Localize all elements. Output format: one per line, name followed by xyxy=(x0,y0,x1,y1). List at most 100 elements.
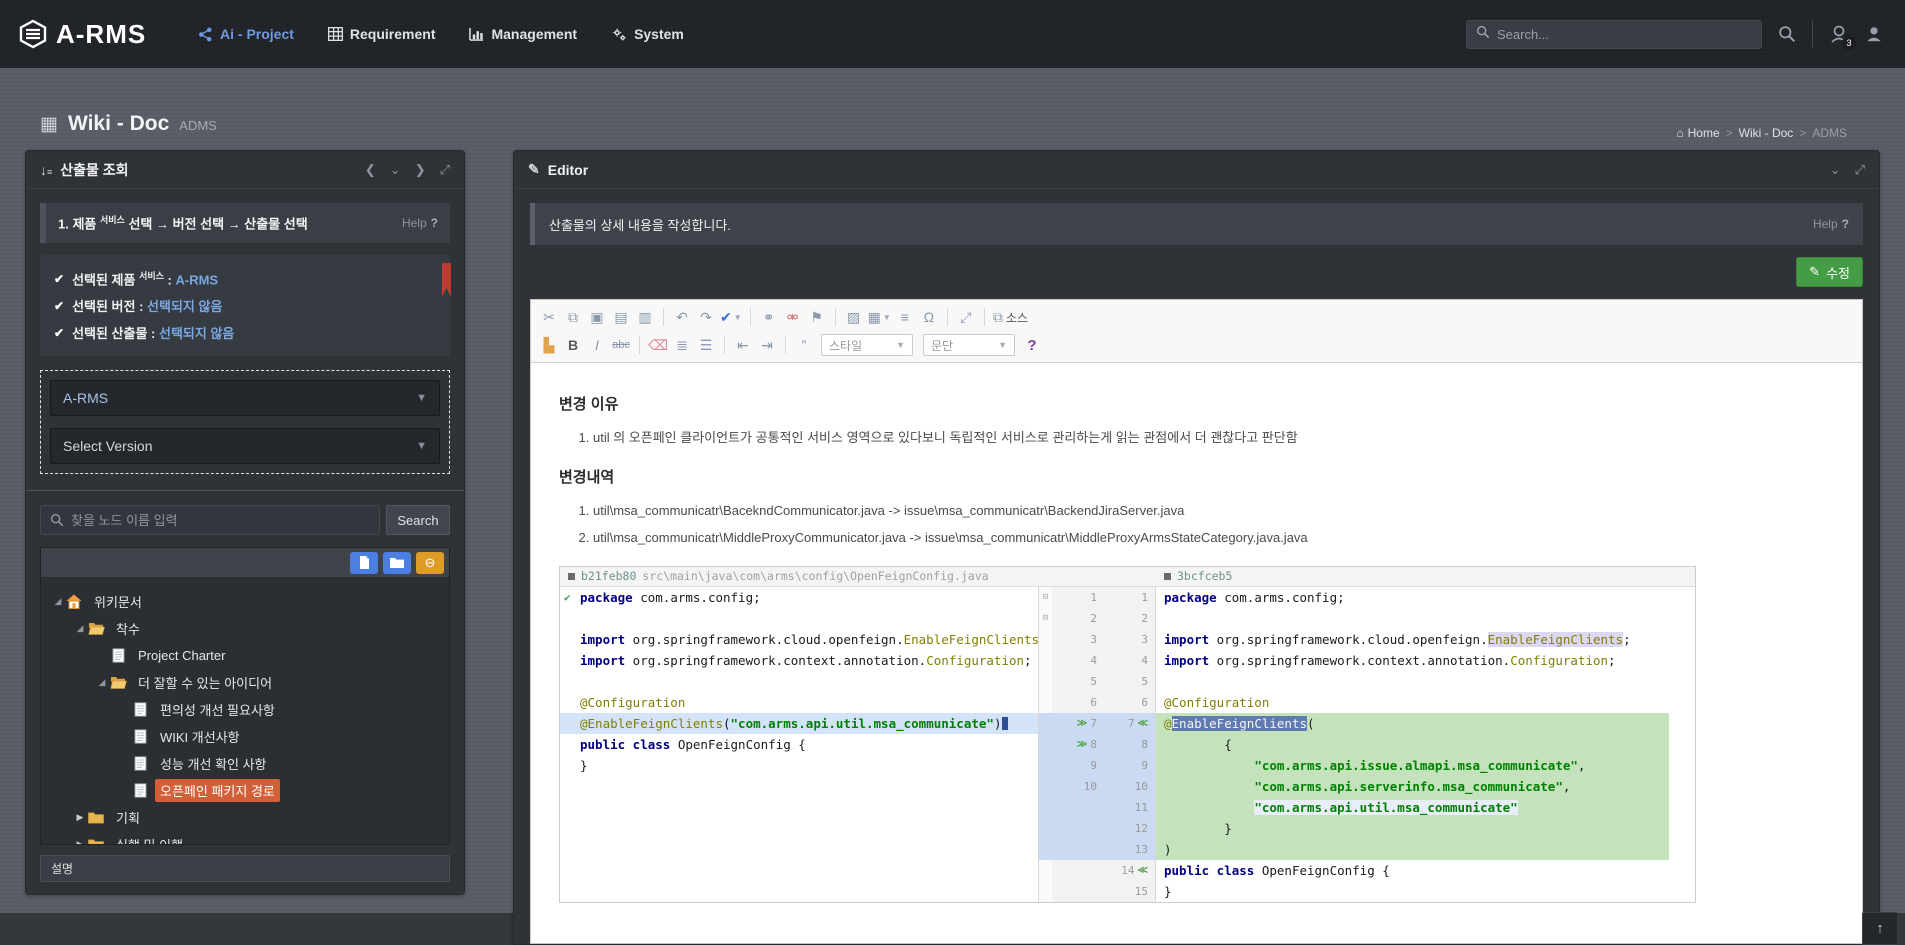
help-link[interactable]: Help? xyxy=(402,216,438,230)
right-line-number: 2 xyxy=(1104,608,1156,629)
spellcheck-icon[interactable]: ✔▼ xyxy=(718,306,744,328)
fold-gutter xyxy=(1038,713,1052,734)
tree-node-item[interactable]: ◢위키문서 xyxy=(47,588,443,615)
breadcrumb-item[interactable]: Wiki - Doc xyxy=(1739,126,1794,140)
outdent-icon[interactable]: ⇤ xyxy=(731,334,755,356)
page-title-suffix: ADMS xyxy=(179,118,217,133)
nav-item-requirement[interactable]: Requirement xyxy=(328,26,436,42)
expand-icon[interactable]: ⤢ xyxy=(440,162,450,178)
collapse-arrow-icon[interactable]: ◢ xyxy=(95,677,109,688)
version-dropdown[interactable]: Select Version ▼ xyxy=(50,428,440,464)
diff-header: b21feb80 src\main\java\com\arms\config\O… xyxy=(560,567,1695,587)
node-search-button[interactable]: Search xyxy=(386,505,450,535)
image-icon[interactable]: ▨ xyxy=(842,306,866,328)
revert-change-icon[interactable]: ≪ xyxy=(1138,860,1148,881)
strikethrough-icon[interactable]: abc xyxy=(609,334,633,356)
collapse-arrow-icon[interactable]: ◢ xyxy=(51,596,65,607)
toolbar-separator xyxy=(639,336,640,354)
tree-node-item[interactable]: Project Charter xyxy=(47,642,443,669)
expand-arrow-icon[interactable]: ▶ xyxy=(73,812,87,823)
blockquote-icon[interactable]: ” xyxy=(792,334,816,356)
tree-node-item[interactable]: 편의성 개선 필요사항 xyxy=(47,696,443,723)
redo-icon[interactable]: ↷ xyxy=(694,306,718,328)
paste-icon[interactable]: ▣ xyxy=(585,306,609,328)
tree-node-selected[interactable]: 오픈페인 패키지 경로 xyxy=(47,777,443,804)
chevron-down-icon[interactable]: ⌄ xyxy=(1830,162,1841,178)
app-logo[interactable]: A-RMS xyxy=(18,19,168,50)
paste-text-icon[interactable]: ▤ xyxy=(609,306,633,328)
tree-node-label: 성능 개선 확인 사항 xyxy=(155,752,272,775)
styles-dropdown[interactable]: 스타일▼ xyxy=(821,334,913,356)
help-link[interactable]: Help? xyxy=(1813,217,1849,231)
description-bar[interactable]: 설명 xyxy=(40,855,450,882)
blocks-icon[interactable]: ▙ xyxy=(537,334,561,356)
breadcrumb-item[interactable]: ⌂ Home xyxy=(1676,126,1719,140)
horizontal-line-icon[interactable]: ≡ xyxy=(893,306,917,328)
tree-node-item[interactable]: 성능 개선 확인 사항 xyxy=(47,750,443,777)
tree-node-label: 착수 xyxy=(111,617,145,640)
table-icon[interactable]: ▦▼ xyxy=(866,306,893,328)
left-line-number xyxy=(1052,797,1104,818)
node-search-input[interactable] xyxy=(71,513,370,528)
copy-icon[interactable]: ⧉ xyxy=(561,306,585,328)
revert-change-icon[interactable]: ≪ xyxy=(1138,713,1148,734)
expand-arrow-icon[interactable]: ▶ xyxy=(73,839,87,844)
paste-word-icon[interactable]: ▥ xyxy=(633,306,657,328)
tree-node-item[interactable]: ◢ 착수 xyxy=(47,615,443,642)
add-document-button[interactable] xyxy=(350,552,378,574)
chevron-down-icon: ▼ xyxy=(416,392,427,404)
anchor-icon[interactable]: ⚑ xyxy=(805,306,829,328)
cut-icon[interactable]: ✂ xyxy=(537,306,561,328)
source-icon[interactable]: ⧉소스 xyxy=(991,306,1030,328)
notifications-icon[interactable]: 3 xyxy=(1829,24,1849,44)
diff-right-code: package com.arms.config; xyxy=(1156,587,1695,608)
scroll-to-top-button[interactable]: ↑ xyxy=(1862,912,1898,945)
bulleted-list-icon[interactable]: ☰ xyxy=(694,334,718,356)
left-line-number: 10 xyxy=(1052,776,1104,797)
diff-left-code xyxy=(560,608,1038,629)
document-icon xyxy=(134,729,147,744)
panel-title-artifact-browser: ↓≡ 산출물 조회 xyxy=(40,160,129,180)
tree-node-item[interactable]: WIKI 개선사항 xyxy=(47,723,443,750)
bold-icon[interactable]: B xyxy=(561,334,585,356)
diff-row: import org.springframework.context.annot… xyxy=(560,650,1695,671)
nav-item-ai-project[interactable]: Ai - Project xyxy=(198,26,294,42)
expand-icon[interactable]: ⤢ xyxy=(1855,162,1865,178)
nav-item-system[interactable]: System xyxy=(611,26,684,42)
numbered-list-icon[interactable]: ≣ xyxy=(670,334,694,356)
paragraph-format-dropdown[interactable]: 문단▼ xyxy=(923,334,1015,356)
link-icon[interactable]: ⚭ xyxy=(757,306,781,328)
unlink-icon[interactable]: ⚮ xyxy=(781,306,805,328)
undo-icon[interactable]: ↶ xyxy=(670,306,694,328)
maximize-icon[interactable]: ⤢ xyxy=(954,306,978,328)
search-submit-icon[interactable] xyxy=(1778,25,1796,43)
remove-button[interactable]: ⊖ xyxy=(416,552,444,574)
right-line-number: 6 xyxy=(1104,692,1156,713)
editor-content[interactable]: 변경 이유 util 의 오픈페인 클라이언트가 공통적인 서비스 영역으로 있… xyxy=(531,363,1862,943)
apply-change-icon[interactable]: ≫ xyxy=(1077,734,1087,755)
global-search-input[interactable] xyxy=(1497,27,1752,42)
product-dropdown[interactable]: A-RMS ▼ xyxy=(50,380,440,416)
breadcrumb-item: ADMS xyxy=(1812,126,1847,140)
nav-item-management[interactable]: Management xyxy=(469,26,577,42)
italic-icon[interactable]: I xyxy=(585,334,609,356)
grid-icon: ▦ xyxy=(40,113,58,136)
open-folder-button[interactable] xyxy=(383,552,411,574)
edit-button[interactable]: ✎ 수정 xyxy=(1796,257,1863,287)
chevron-down-icon[interactable]: ⌄ xyxy=(390,162,401,178)
special-char-icon[interactable]: Ω xyxy=(917,306,941,328)
collapse-right-icon[interactable]: ❯ xyxy=(415,162,426,178)
commit-square-icon xyxy=(568,573,575,580)
user-icon[interactable] xyxy=(1865,25,1883,43)
collapse-arrow-icon[interactable]: ◢ xyxy=(73,623,87,634)
about-help-icon[interactable]: ? xyxy=(1020,334,1044,356)
remove-format-icon[interactable]: ⌫ xyxy=(646,334,670,356)
home-icon xyxy=(66,594,82,609)
tree-node-item[interactable]: ▶실행 및 이행 xyxy=(47,831,443,844)
tree-node-item[interactable]: ▶기획 xyxy=(47,804,443,831)
apply-change-icon[interactable]: ≫ xyxy=(1077,713,1087,734)
diff-row: 14≪public class OpenFeignConfig { xyxy=(560,860,1695,881)
collapse-left-icon[interactable]: ❮ xyxy=(365,162,376,178)
indent-icon[interactable]: ⇥ xyxy=(755,334,779,356)
tree-node-item[interactable]: ◢더 잘할 수 있는 아이디어 xyxy=(47,669,443,696)
